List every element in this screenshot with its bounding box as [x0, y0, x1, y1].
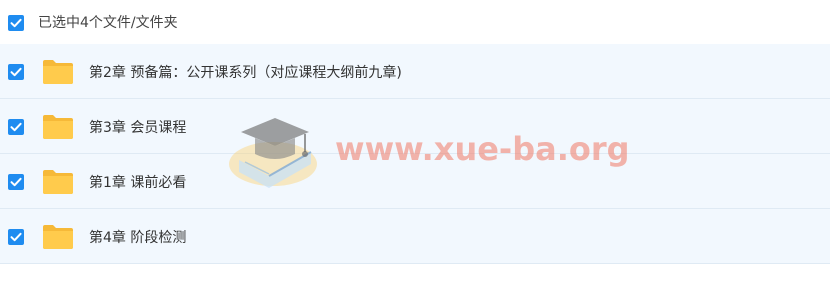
file-list-page: 已选中4个文件/文件夹 第2章 预备篇：公开课系列（对应课程大纲前九章) 第3章…	[0, 0, 830, 306]
folder-icon	[43, 60, 73, 84]
file-list: 第2章 预备篇：公开课系列（对应课程大纲前九章) 第3章 会员课程 第1章 课前…	[0, 44, 830, 264]
folder-name[interactable]: 第4章 阶段检测	[89, 227, 186, 247]
folder-icon	[43, 170, 73, 194]
selection-header: 已选中4个文件/文件夹	[0, 0, 830, 44]
folder-name[interactable]: 第3章 会员课程	[89, 117, 186, 137]
list-item[interactable]: 第1章 课前必看	[0, 154, 830, 209]
checkmark-icon	[10, 67, 22, 77]
item-checkbox[interactable]	[8, 64, 24, 80]
select-all-checkbox[interactable]	[8, 15, 24, 31]
checkmark-icon	[10, 177, 22, 187]
folder-icon	[43, 115, 73, 139]
folder-name[interactable]: 第2章 预备篇：公开课系列（对应课程大纲前九章)	[89, 62, 402, 82]
folder-icon	[43, 225, 73, 249]
checkmark-icon	[10, 122, 22, 132]
item-checkbox[interactable]	[8, 174, 24, 190]
list-item[interactable]: 第4章 阶段检测	[0, 209, 830, 264]
item-checkbox[interactable]	[8, 119, 24, 135]
list-item[interactable]: 第3章 会员课程	[0, 99, 830, 154]
item-checkbox[interactable]	[8, 229, 24, 245]
list-item[interactable]: 第2章 预备篇：公开课系列（对应课程大纲前九章)	[0, 44, 830, 99]
selection-count-text: 已选中4个文件/文件夹	[38, 15, 178, 31]
checkmark-icon	[10, 232, 22, 242]
checkmark-icon	[10, 18, 22, 28]
folder-name[interactable]: 第1章 课前必看	[89, 172, 186, 192]
